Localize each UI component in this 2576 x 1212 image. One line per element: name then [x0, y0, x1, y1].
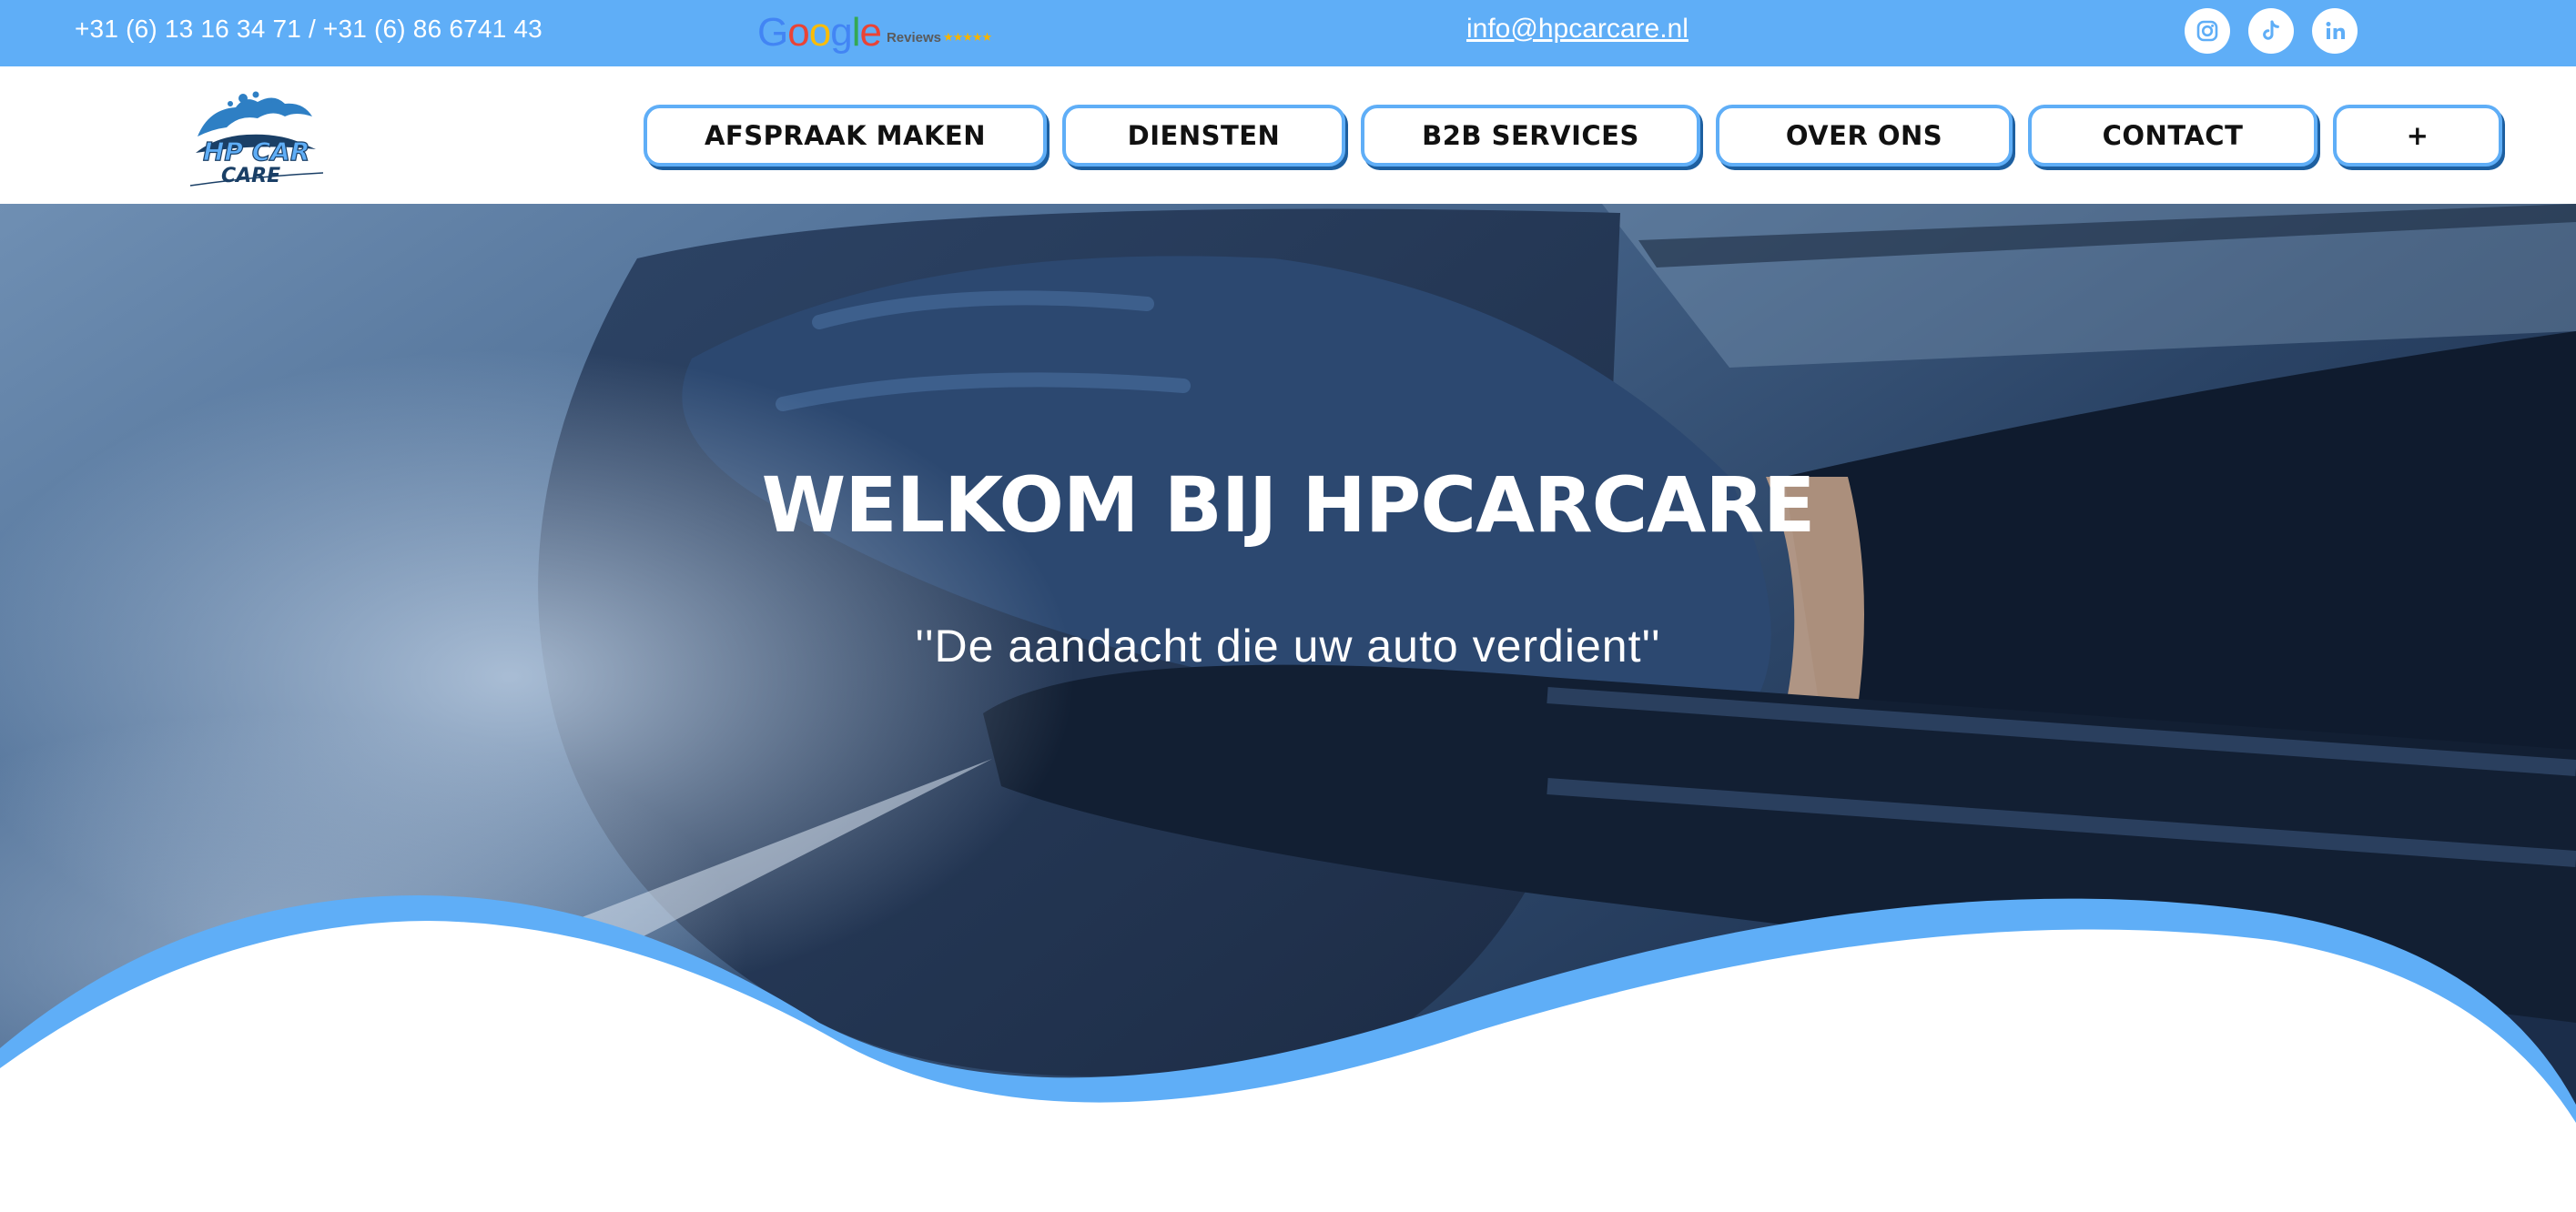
reviews-label: Reviews	[886, 29, 941, 45]
tiktok-icon[interactable]	[2248, 8, 2294, 54]
top-contact-bar: +31 (6) 13 16 34 71 / +31 (6) 86 6741 43…	[0, 0, 2576, 66]
hpcarcare-logo[interactable]: HP CAR CARE	[187, 89, 332, 189]
main-navigation: HP CAR CARE AFSPRAAK MAKEN DIENSTEN B2B …	[0, 66, 2576, 204]
nav-over-ons-button[interactable]: OVER ONS	[1716, 105, 2013, 167]
phone-numbers[interactable]: +31 (6) 13 16 34 71 / +31 (6) 86 6741 43	[75, 15, 543, 44]
hero-title: WELKOM BIJ HPCARCARE	[761, 460, 1816, 550]
nav-diensten-button[interactable]: DIENSTEN	[1062, 105, 1345, 167]
rating-stars: ★★★★★	[943, 30, 992, 45]
hero-subtitle: ''De aandacht die uw auto verdient''	[915, 621, 1661, 672]
logo-text-line1: HP CAR	[203, 136, 309, 167]
nav-b2b-services-button[interactable]: B2B SERVICES	[1361, 105, 1700, 167]
google-logo: Google	[757, 10, 882, 55]
nav-contact-button[interactable]: CONTACT	[2028, 105, 2317, 167]
nav-afspraak-maken-button[interactable]: AFSPRAAK MAKEN	[644, 105, 1047, 167]
email-link[interactable]: info@hpcarcare.nl	[1466, 14, 1689, 45]
hero-section: WELKOM BIJ HPCARCARE ''De aandacht die u…	[0, 204, 2576, 1212]
nav-more-button[interactable]: +	[2333, 105, 2502, 167]
google-reviews-badge[interactable]: Google Reviews ★★★★★	[757, 7, 992, 58]
linkedin-icon[interactable]	[2312, 8, 2358, 54]
hero-background-image	[0, 204, 2576, 1212]
instagram-icon[interactable]	[2185, 8, 2230, 54]
